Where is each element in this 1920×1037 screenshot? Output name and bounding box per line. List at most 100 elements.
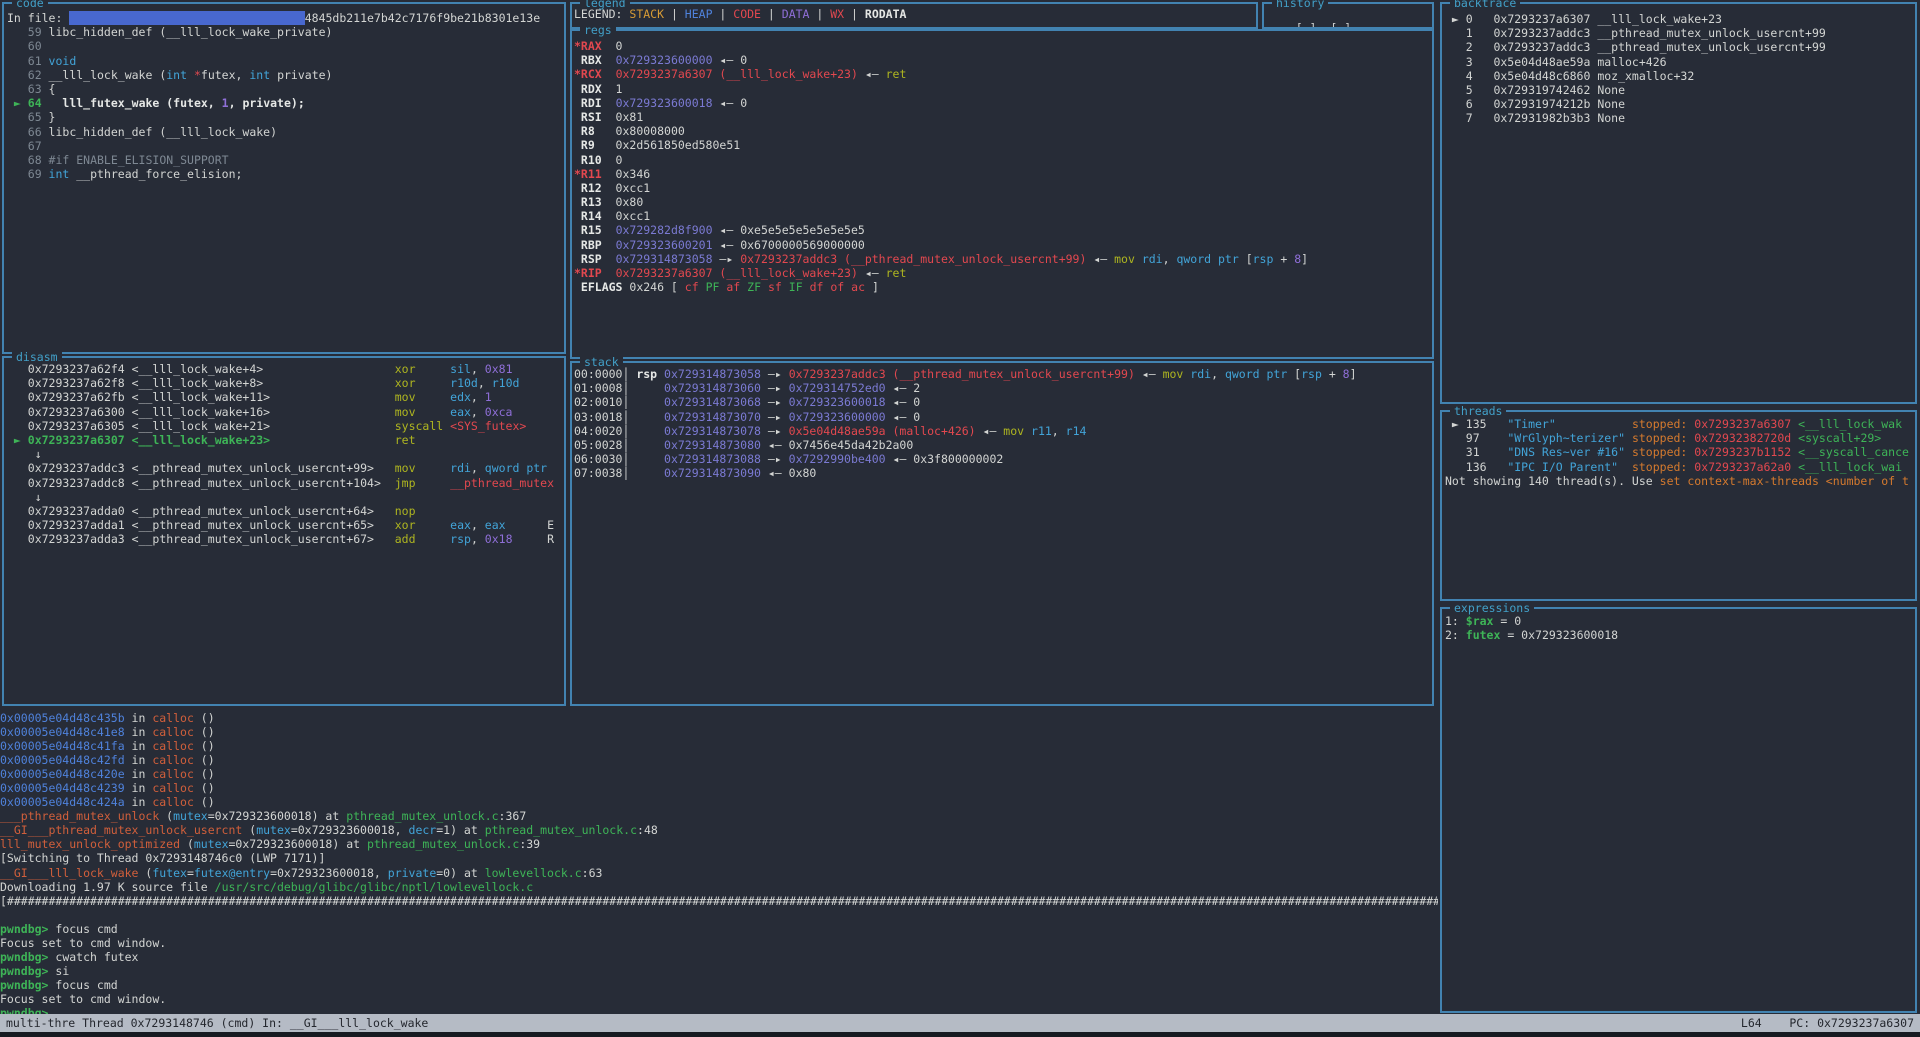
- panel-legend: legend LEGEND: STACK | HEAP | CODE | DAT…: [570, 2, 1258, 29]
- terminal-line: 62 __lll_lock_wake (int *futex, int priv…: [7, 68, 560, 82]
- terminal-line: 7 0x72931982b3b3 None: [1445, 111, 1913, 125]
- terminal-line: 0x00005e04d48c4239 in calloc (): [0, 781, 1438, 795]
- terminal-line: ► 0 0x7293237a6307 __lll_lock_wake+23: [1445, 12, 1913, 26]
- panel-history: history [←] [→]: [1262, 2, 1434, 29]
- terminal-line: Focus set to cmd window.: [0, 992, 1438, 1006]
- terminal-line: 0x7293237a6300 <__lll_lock_wake+16> mov …: [7, 405, 562, 419]
- terminal-line: RSI 0x81: [574, 110, 1430, 124]
- stack-view: 00:0000│ rsp 0x729314873058 —▸ 0x7293237…: [572, 363, 1432, 704]
- terminal-line: [#######################################…: [0, 894, 1438, 908]
- terminal-line: RBP 0x729323600201 ◂— 0x6700000569000000: [574, 238, 1430, 252]
- expressions-view: 1: $rax = 02: futex = 0x729323600018: [1442, 609, 1915, 1011]
- terminal-line: 0x00005e04d48c420e in calloc (): [0, 767, 1438, 781]
- terminal-line: 65 }: [7, 110, 560, 124]
- panel-backtrace: backtrace ► 0 0x7293237a6307 __lll_lock_…: [1440, 2, 1917, 404]
- screen-bottom-gap: [0, 1032, 1920, 1037]
- terminal-line: Focus set to cmd window.: [0, 936, 1438, 950]
- terminal-line: 05:0028│ 0x729314873080 ◂— 0x7456e45da42…: [574, 438, 1430, 452]
- terminal-line: *RCX 0x7293237a6307 (__lll_lock_wake+23)…: [574, 67, 1430, 81]
- terminal-line: R14 0xcc1: [574, 209, 1430, 223]
- status-right: L64 PC: 0x7293237a6307: [1741, 1016, 1914, 1030]
- terminal-line: LEGEND: STACK | HEAP | CODE | DATA | WX …: [574, 7, 1254, 21]
- terminal-line: ► 64 lll_futex_wake (futex, 1, private);: [7, 96, 560, 110]
- terminal-line: *RIP 0x7293237a6307 (__lll_lock_wake+23)…: [574, 266, 1430, 280]
- terminal-line: 02:0010│ 0x729314873068 —▸ 0x72932360001…: [574, 395, 1430, 409]
- terminal-line: RBX 0x729323600000 ◂— 0: [574, 53, 1430, 67]
- terminal-line: EFLAGS 0x246 [ cf PF af ZF sf IF df of a…: [574, 280, 1430, 294]
- panel-regs: regs *RAX 0 RBX 0x729323600000 ◂— 0*RCX …: [570, 29, 1434, 359]
- terminal-line: 07:0038│ 0x729314873090 ◂— 0x80: [574, 466, 1430, 480]
- terminal-line: Not showing 140 thread(s). Use set conte…: [1445, 474, 1913, 488]
- disassembly-view: 0x7293237a62f4 <__lll_lock_wake+4> xor s…: [4, 358, 564, 704]
- terminal-line: RDI 0x729323600018 ◂— 0: [574, 96, 1430, 110]
- terminal-line: 0x00005e04d48c435b in calloc (): [0, 711, 1438, 725]
- status-left: multi-thre Thread 0x7293148746 (cmd) In:…: [6, 1016, 428, 1030]
- panel-code: code In file: 4845db211e7b42c7176f9be21b…: [2, 2, 566, 354]
- terminal-line: 0x7293237a62f4 <__lll_lock_wake+4> xor s…: [7, 362, 562, 376]
- status-bar: multi-thre Thread 0x7293148746 (cmd) In:…: [0, 1014, 1920, 1032]
- history-spacer: [1316, 21, 1330, 27]
- terminal-line: 00:0000│ rsp 0x729314873058 —▸ 0x7293237…: [574, 367, 1430, 381]
- terminal-line: 97 "WrGlyph~terizer" stopped: 0x72932382…: [1445, 431, 1913, 445]
- terminal-line: 0x00005e04d48c41e8 in calloc (): [0, 725, 1438, 739]
- source-code-view: In file: 4845db211e7b42c7176f9be21b8301e…: [4, 4, 564, 352]
- terminal-line: R12 0xcc1: [574, 181, 1430, 195]
- panel-threads: threads ► 135 "Timer" stopped: 0x7293237…: [1440, 410, 1917, 601]
- terminal-line: *R11 0x346: [574, 167, 1430, 181]
- terminal-line: 59 libc_hidden_def (__lll_lock_wake_priv…: [7, 25, 560, 39]
- terminal-line: 0x00005e04d48c42fd in calloc (): [0, 753, 1438, 767]
- history-back-button[interactable]: [←]: [1296, 21, 1317, 27]
- terminal-line: Downloading 1.97 K source file /usr/src/…: [0, 880, 1438, 894]
- registers-view: *RAX 0 RBX 0x729323600000 ◂— 0*RCX 0x729…: [572, 31, 1432, 357]
- terminal-line: 4 0x5e04d48c6860 moz_xmalloc+32: [1445, 69, 1913, 83]
- terminal-line: 0x7293237adda3 <__pthread_mutex_unlock_u…: [7, 532, 562, 546]
- terminal-line: pwndbg> focus cmd: [0, 922, 1438, 936]
- terminal-line: In file: 4845db211e7b42c7176f9be21b8301e…: [7, 11, 560, 25]
- terminal-line: __GI___pthread_mutex_unlock_usercnt (mut…: [0, 823, 1438, 837]
- terminal-line: ↓: [7, 490, 562, 504]
- terminal-line: 2: futex = 0x729323600018: [1445, 628, 1913, 642]
- terminal-line: 0x00005e04d48c41fa in calloc (): [0, 739, 1438, 753]
- terminal-line: 0x7293237addc3 <__pthread_mutex_unlock_u…: [7, 461, 562, 475]
- terminal-line: 0x00005e04d48c424a in calloc (): [0, 795, 1438, 809]
- terminal-line: 0x7293237a62f8 <__lll_lock_wake+8> xor r…: [7, 376, 562, 390]
- terminal-line: 68 #if ENABLE_ELISION_SUPPORT: [7, 153, 560, 167]
- terminal-line: 3 0x5e04d48ae59a malloc+426: [1445, 55, 1913, 69]
- terminal-line: __GI___lll_lock_wake (futex=futex@entry=…: [0, 866, 1438, 880]
- threads-view: ► 135 "Timer" stopped: 0x7293237a6307 <_…: [1442, 412, 1915, 599]
- terminal-line: RSP 0x729314873058 —▸ 0x7293237addc3 (__…: [574, 252, 1430, 266]
- panel-disasm: disasm 0x7293237a62f4 <__lll_lock_wake+4…: [2, 356, 566, 706]
- terminal-line: 31 "DNS Res~ver #16" stopped: 0x7293237b…: [1445, 445, 1913, 459]
- terminal-line: R9 0x2d561850ed580e51: [574, 138, 1430, 152]
- terminal-line: 04:0020│ 0x729314873078 —▸ 0x5e04d48ae59…: [574, 424, 1430, 438]
- terminal-line: 67: [7, 139, 560, 153]
- terminal-line: 1: $rax = 0: [1445, 614, 1913, 628]
- terminal-line: 0x7293237a62fb <__lll_lock_wake+11> mov …: [7, 390, 562, 404]
- terminal-line: 0x7293237a6305 <__lll_lock_wake+21> sysc…: [7, 419, 562, 433]
- terminal-line: 61 void: [7, 54, 560, 68]
- terminal-line: [0, 908, 1438, 922]
- terminal-line: R15 0x729282d8f900 ◂— 0xe5e5e5e5e5e5e5e5: [574, 223, 1430, 237]
- terminal-line: 0x7293237adda1 <__pthread_mutex_unlock_u…: [7, 518, 562, 532]
- legend-view: LEGEND: STACK | HEAP | CODE | DATA | WX …: [572, 4, 1256, 27]
- terminal-line: 01:0008│ 0x729314873060 —▸ 0x729314752ed…: [574, 381, 1430, 395]
- terminal-line: 136 "IPC I/O Parent" stopped: 0x7293237a…: [1445, 460, 1913, 474]
- terminal-line: 0x7293237addc8 <__pthread_mutex_unlock_u…: [7, 476, 562, 490]
- terminal-line: 03:0018│ 0x729314873070 —▸ 0x72932360000…: [574, 410, 1430, 424]
- terminal-line: RDX 1: [574, 82, 1430, 96]
- terminal-line: lll_mutex_unlock_optimized (mutex=0x7293…: [0, 837, 1438, 851]
- terminal-line: 1 0x7293237addc3 __pthread_mutex_unlock_…: [1445, 26, 1913, 40]
- terminal-line: 5 0x729319742462 None: [1445, 83, 1913, 97]
- terminal-line: 69 int __pthread_force_elision;: [7, 167, 560, 181]
- terminal-line: 63 {: [7, 82, 560, 96]
- terminal-line: ► 135 "Timer" stopped: 0x7293237a6307 <_…: [1445, 417, 1913, 431]
- terminal-line: pwndbg> cwatch futex: [0, 950, 1438, 964]
- terminal-line: [Switching to Thread 0x7293148746c0 (LWP…: [0, 851, 1438, 865]
- terminal-line: 06:0030│ 0x729314873088 —▸ 0x7292990be40…: [574, 452, 1430, 466]
- backtrace-view: ► 0 0x7293237a6307 __lll_lock_wake+23 1 …: [1442, 4, 1915, 402]
- terminal-line: 66 libc_hidden_def (__lll_lock_wake): [7, 125, 560, 139]
- history-forward-button[interactable]: [→]: [1330, 21, 1351, 27]
- terminal-line: ___pthread_mutex_unlock (mutex=0x7293236…: [0, 809, 1438, 823]
- terminal-line: pwndbg>: [0, 1006, 1438, 1014]
- command-output[interactable]: 0x00005e04d48c435b in calloc ()0x00005e0…: [0, 711, 1438, 1014]
